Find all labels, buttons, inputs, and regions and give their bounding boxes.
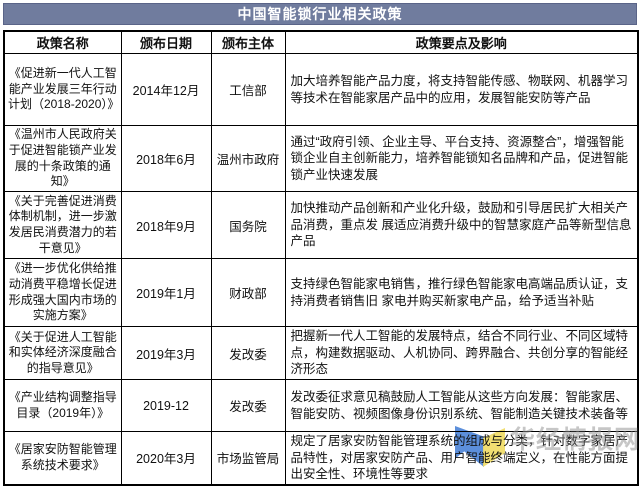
table-row: 《促进新一代人工智能产业发展三年行动计划（2018-2020）》 2014年12… xyxy=(3,53,639,126)
policy-issuer-cell: 工信部 xyxy=(210,53,286,126)
table-row: 《关于完善促进消费体制机制，进一步激发居民消费潜力的若干意见》 2018年9月 … xyxy=(3,191,639,259)
policy-date-cell: 2018年6月 xyxy=(120,125,212,192)
header-row: 政策名称 颁布日期 颁布主体 政策要点及影响 xyxy=(3,30,639,54)
column-header-issuer: 颁布主体 xyxy=(210,30,286,54)
policy-issuer-cell: 发改委 xyxy=(210,379,286,432)
policy-date-cell: 2019年3月 xyxy=(120,326,212,380)
policy-table: 政策名称 颁布日期 颁布主体 政策要点及影响 《促进新一代人工智能产业发展三年行… xyxy=(3,30,639,486)
policy-issuer-cell: 发改委 xyxy=(210,326,286,380)
table-row: 《温州市人民政府关于促进智能锁产业发展的十条政策的通知》 2018年6月 温州市… xyxy=(3,125,639,192)
policy-date-cell: 2019年1月 xyxy=(120,258,212,327)
policy-name-cell: 《产业结构调整指导目录（2019年）》 xyxy=(3,379,122,432)
policy-name-cell: 《居家安防智能管理系统技术要求》 xyxy=(3,431,122,485)
policy-date-cell: 2019-12 xyxy=(120,379,212,432)
policy-table-page: 中国智能锁行业相关政策 政策名称 颁布日期 颁布主体 政策要点及影响 《促进新一… xyxy=(0,0,640,486)
policy-points-cell: 支持绿色智能家电销售，推行绿色智能家电高端品质认证，支持消费者销售旧 家电并购买… xyxy=(284,258,639,327)
table-row: 《关于促进人工智能和实体经济深度融合的指导意见》 2019年3月 发改委 把握新… xyxy=(3,326,639,380)
policy-issuer-cell: 国务院 xyxy=(210,191,286,259)
policy-name-cell: 《关于完善促进消费体制机制，进一步激发居民消费潜力的若干意见》 xyxy=(3,191,122,259)
column-header-date: 颁布日期 xyxy=(120,30,212,54)
policy-issuer-cell: 温州市政府 xyxy=(210,125,286,192)
column-header-name: 政策名称 xyxy=(3,30,122,54)
policy-name-cell: 《温州市人民政府关于促进智能锁产业发展的十条政策的通知》 xyxy=(3,125,122,192)
column-header-points: 政策要点及影响 xyxy=(284,30,639,54)
policy-points-cell: 加大培养智能产品力度，将支持智能传感、物联网、机器学习等技术在智能家居产品中的应… xyxy=(284,53,639,126)
policy-issuer-cell: 财政部 xyxy=(210,258,286,327)
policy-points-cell: 通过“政府引领、企业主导、平台支持、资源整合”，增强智能锁企业自主创新能力，培养… xyxy=(284,125,639,192)
policy-date-cell: 2014年12月 xyxy=(120,53,212,126)
page-title: 中国智能锁行业相关政策 xyxy=(3,3,637,25)
policy-points-cell: 把握新一代人工智能的发展特点，结合不同行业、不同区域特点，构建数据驱动、人机协同… xyxy=(284,326,639,380)
policy-name-cell: 《关于促进人工智能和实体经济深度融合的指导意见》 xyxy=(3,326,122,380)
policy-points-cell: 加快推动产品创新和产业化升级，鼓励和引导居民扩大相关产品消费，重点发 展适应消费… xyxy=(284,191,639,259)
policy-date-cell: 2018年9月 xyxy=(120,191,212,259)
policy-name-cell: 《进一步优化供给推动消费平稳增长促进形成强大国内市场的实施方案》 xyxy=(3,258,122,327)
policy-date-cell: 2020年3月 xyxy=(120,431,212,485)
table-row: 《进一步优化供给推动消费平稳增长促进形成强大国内市场的实施方案》 2019年1月… xyxy=(3,258,639,327)
watermark-text: 华经情报网 xyxy=(509,426,640,454)
policy-name-cell: 《促进新一代人工智能产业发展三年行动计划（2018-2020）》 xyxy=(3,53,122,126)
policy-issuer-cell: 市场监管局 xyxy=(210,431,286,485)
